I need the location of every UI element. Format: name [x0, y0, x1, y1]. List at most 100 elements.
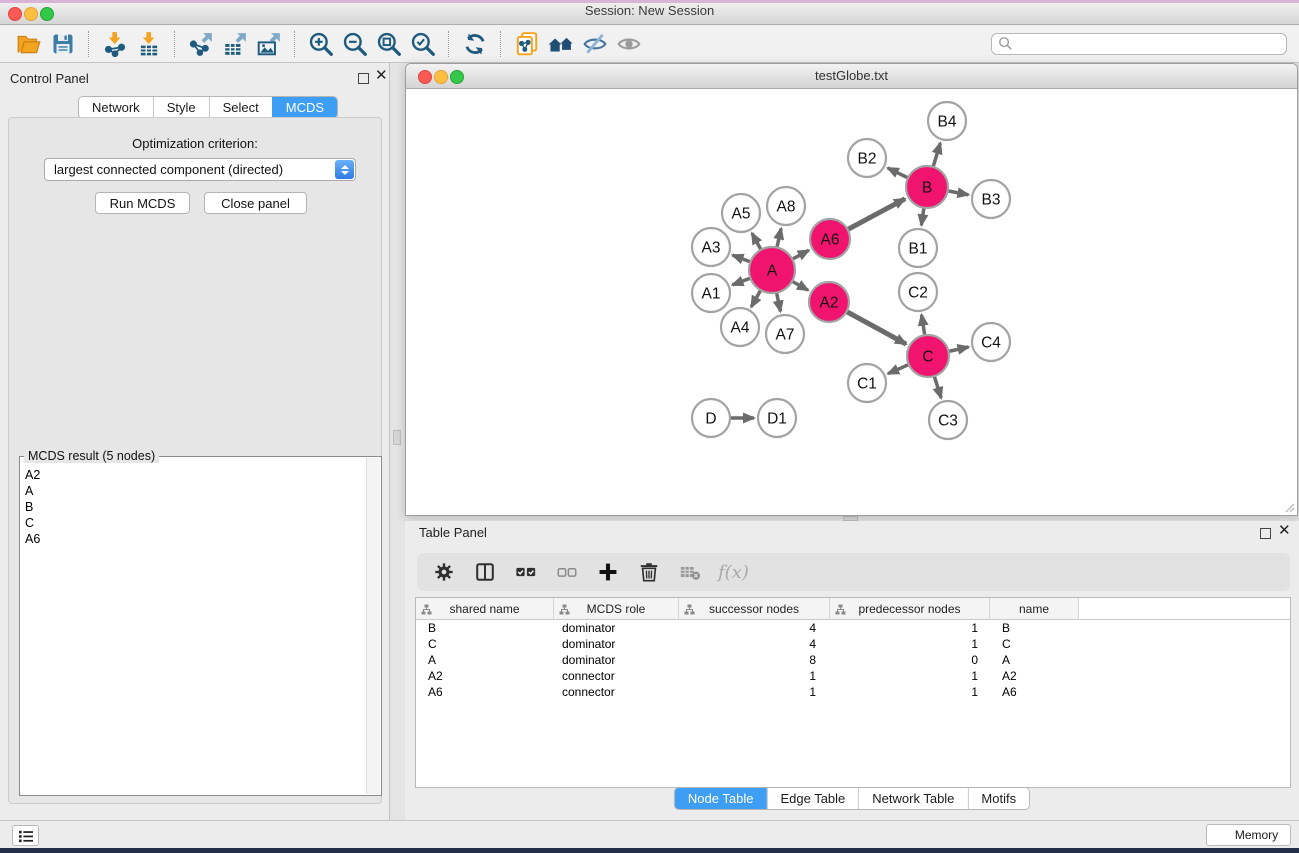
eye-icon: [616, 31, 642, 57]
search-input[interactable]: [991, 33, 1287, 55]
memory-button[interactable]: Memory: [1206, 824, 1291, 846]
mcds-result-title: MCDS result (5 nodes): [24, 449, 159, 463]
desktop-strip-bottom: [0, 848, 1299, 853]
node-table[interactable]: shared name MCDS role successor nodes prede…: [415, 597, 1291, 788]
table-row[interactable]: Adominator80A: [416, 652, 1290, 668]
table-row[interactable]: A6connector11A6: [416, 684, 1290, 700]
shared-column-icon: [684, 604, 695, 615]
tab-motifs[interactable]: Motifs: [967, 788, 1029, 809]
cell-successor_nodes: 4: [679, 620, 830, 636]
duplicate-network-button[interactable]: [510, 29, 544, 59]
import-network-button[interactable]: [98, 29, 132, 59]
node-label-D: D: [705, 411, 716, 428]
close-panel-icon[interactable]: ✕: [375, 67, 388, 85]
node-label-D1: D1: [767, 411, 787, 428]
tab-network-table[interactable]: Network Table: [858, 788, 967, 809]
result-scrollbar[interactable]: [366, 458, 380, 794]
column-label: successor nodes: [709, 602, 799, 616]
optimization-dropdown[interactable]: largest connected component (directed): [44, 158, 356, 181]
vertical-splitter-handle[interactable]: [393, 430, 401, 445]
export-image-button[interactable]: [252, 29, 286, 59]
table-float-icon[interactable]: [1260, 528, 1271, 539]
cell-shared_name: A2: [416, 668, 554, 684]
unselect-all-columns-button[interactable]: [554, 559, 580, 585]
delete-column-button[interactable]: [636, 559, 662, 585]
export-table-button[interactable]: [218, 29, 252, 59]
tab-style[interactable]: Style: [153, 97, 209, 118]
cell-shared_name: B: [416, 620, 554, 636]
refresh-button[interactable]: [458, 29, 492, 59]
toolbar-separator: [448, 31, 450, 57]
zoom-fit-button[interactable]: [372, 29, 406, 59]
cell-mcds_role: dominator: [554, 652, 679, 668]
cell-successor_nodes: 4: [679, 636, 830, 652]
tab-mcds[interactable]: MCDS: [272, 97, 337, 118]
run-mcds-button[interactable]: Run MCDS: [95, 192, 190, 214]
hide-selected-button[interactable]: [578, 29, 612, 59]
zoom-out-button[interactable]: [338, 29, 372, 59]
home-networks-button[interactable]: [544, 29, 578, 59]
float-panel-icon[interactable]: [358, 73, 369, 84]
table-row[interactable]: Bdominator41B: [416, 620, 1290, 636]
show-selected-button[interactable]: [612, 29, 646, 59]
resize-grip-icon[interactable]: [1283, 501, 1295, 513]
houses-icon: [547, 31, 575, 57]
import-table-button[interactable]: [132, 29, 166, 59]
export-image-icon: [256, 31, 282, 57]
table-header-row: shared name MCDS role successor nodes prede…: [416, 598, 1290, 620]
zoom-selected-button[interactable]: [406, 29, 440, 59]
mcds-result-group: MCDS result (5 nodes) A2ABCA6: [19, 456, 382, 796]
table-row[interactable]: Cdominator41C: [416, 636, 1290, 652]
save-session-icon: [51, 32, 75, 56]
plus-icon: [597, 561, 619, 583]
network-window-title: testGlobe.txt: [406, 68, 1297, 83]
column-header-name[interactable]: name: [990, 598, 1079, 620]
result-item[interactable]: A6: [21, 531, 367, 547]
tab-edge-table[interactable]: Edge Table: [766, 788, 858, 809]
cell-name: A6: [990, 684, 1079, 700]
table-close-icon[interactable]: ✕: [1278, 522, 1291, 540]
column-header-predecessor_nodes[interactable]: predecessor nodes: [830, 598, 990, 620]
show-column-button[interactable]: [472, 559, 498, 585]
result-item[interactable]: A: [21, 483, 367, 499]
cell-successor_nodes: 1: [679, 684, 830, 700]
cell-predecessor_nodes: 1: [830, 684, 990, 700]
unchecked-boxes-icon: [555, 561, 579, 583]
column-header-mcds_role[interactable]: MCDS role: [554, 598, 679, 620]
node-label-C1: C1: [857, 376, 877, 393]
result-item[interactable]: B: [21, 499, 367, 515]
column-header-shared_name[interactable]: shared name: [416, 598, 554, 620]
zoom-in-button[interactable]: [304, 29, 338, 59]
tab-node-table[interactable]: Node Table: [675, 788, 767, 809]
save-session-button[interactable]: [46, 29, 80, 59]
select-all-columns-button[interactable]: [513, 559, 539, 585]
tab-network[interactable]: Network: [79, 97, 153, 118]
column-label: MCDS role: [587, 602, 646, 616]
close-panel-button[interactable]: Close panel: [204, 192, 307, 214]
column-header-successor_nodes[interactable]: successor nodes: [679, 598, 830, 620]
mcds-result-list[interactable]: A2ABCA6: [21, 467, 367, 794]
add-column-button[interactable]: [595, 559, 621, 585]
control-panel: Control Panel ✕ NetworkStyleSelectMCDS O…: [0, 63, 390, 820]
result-item[interactable]: C: [21, 515, 367, 531]
network-canvas[interactable]: AA1A2A3A4A5A6A7A8BB1B2B3B4CC1C2C3C4DD1: [406, 89, 1297, 515]
node-label-B1: B1: [909, 241, 928, 258]
export-network-button[interactable]: [184, 29, 218, 59]
cell-predecessor_nodes: 1: [830, 636, 990, 652]
result-item[interactable]: A2: [21, 467, 367, 483]
trash-icon: [638, 561, 660, 583]
show-panels-button[interactable]: [12, 825, 39, 846]
toolbar-separator: [500, 31, 502, 57]
function-builder-button-disabled: f(x): [718, 559, 749, 585]
network-window-titlebar: testGlobe.txt: [406, 64, 1297, 89]
table-settings-button[interactable]: [431, 559, 457, 585]
table-row[interactable]: A2connector11A2: [416, 668, 1290, 684]
tab-select[interactable]: Select: [209, 97, 272, 118]
cell-predecessor_nodes: 0: [830, 652, 990, 668]
open-file-button[interactable]: [12, 29, 46, 59]
gear-icon: [433, 561, 455, 583]
cell-name: A2: [990, 668, 1079, 684]
control-panel-title: Control Panel: [10, 71, 89, 86]
shared-column-icon: [421, 604, 432, 615]
application-window: Session: New Session: [0, 0, 1299, 853]
